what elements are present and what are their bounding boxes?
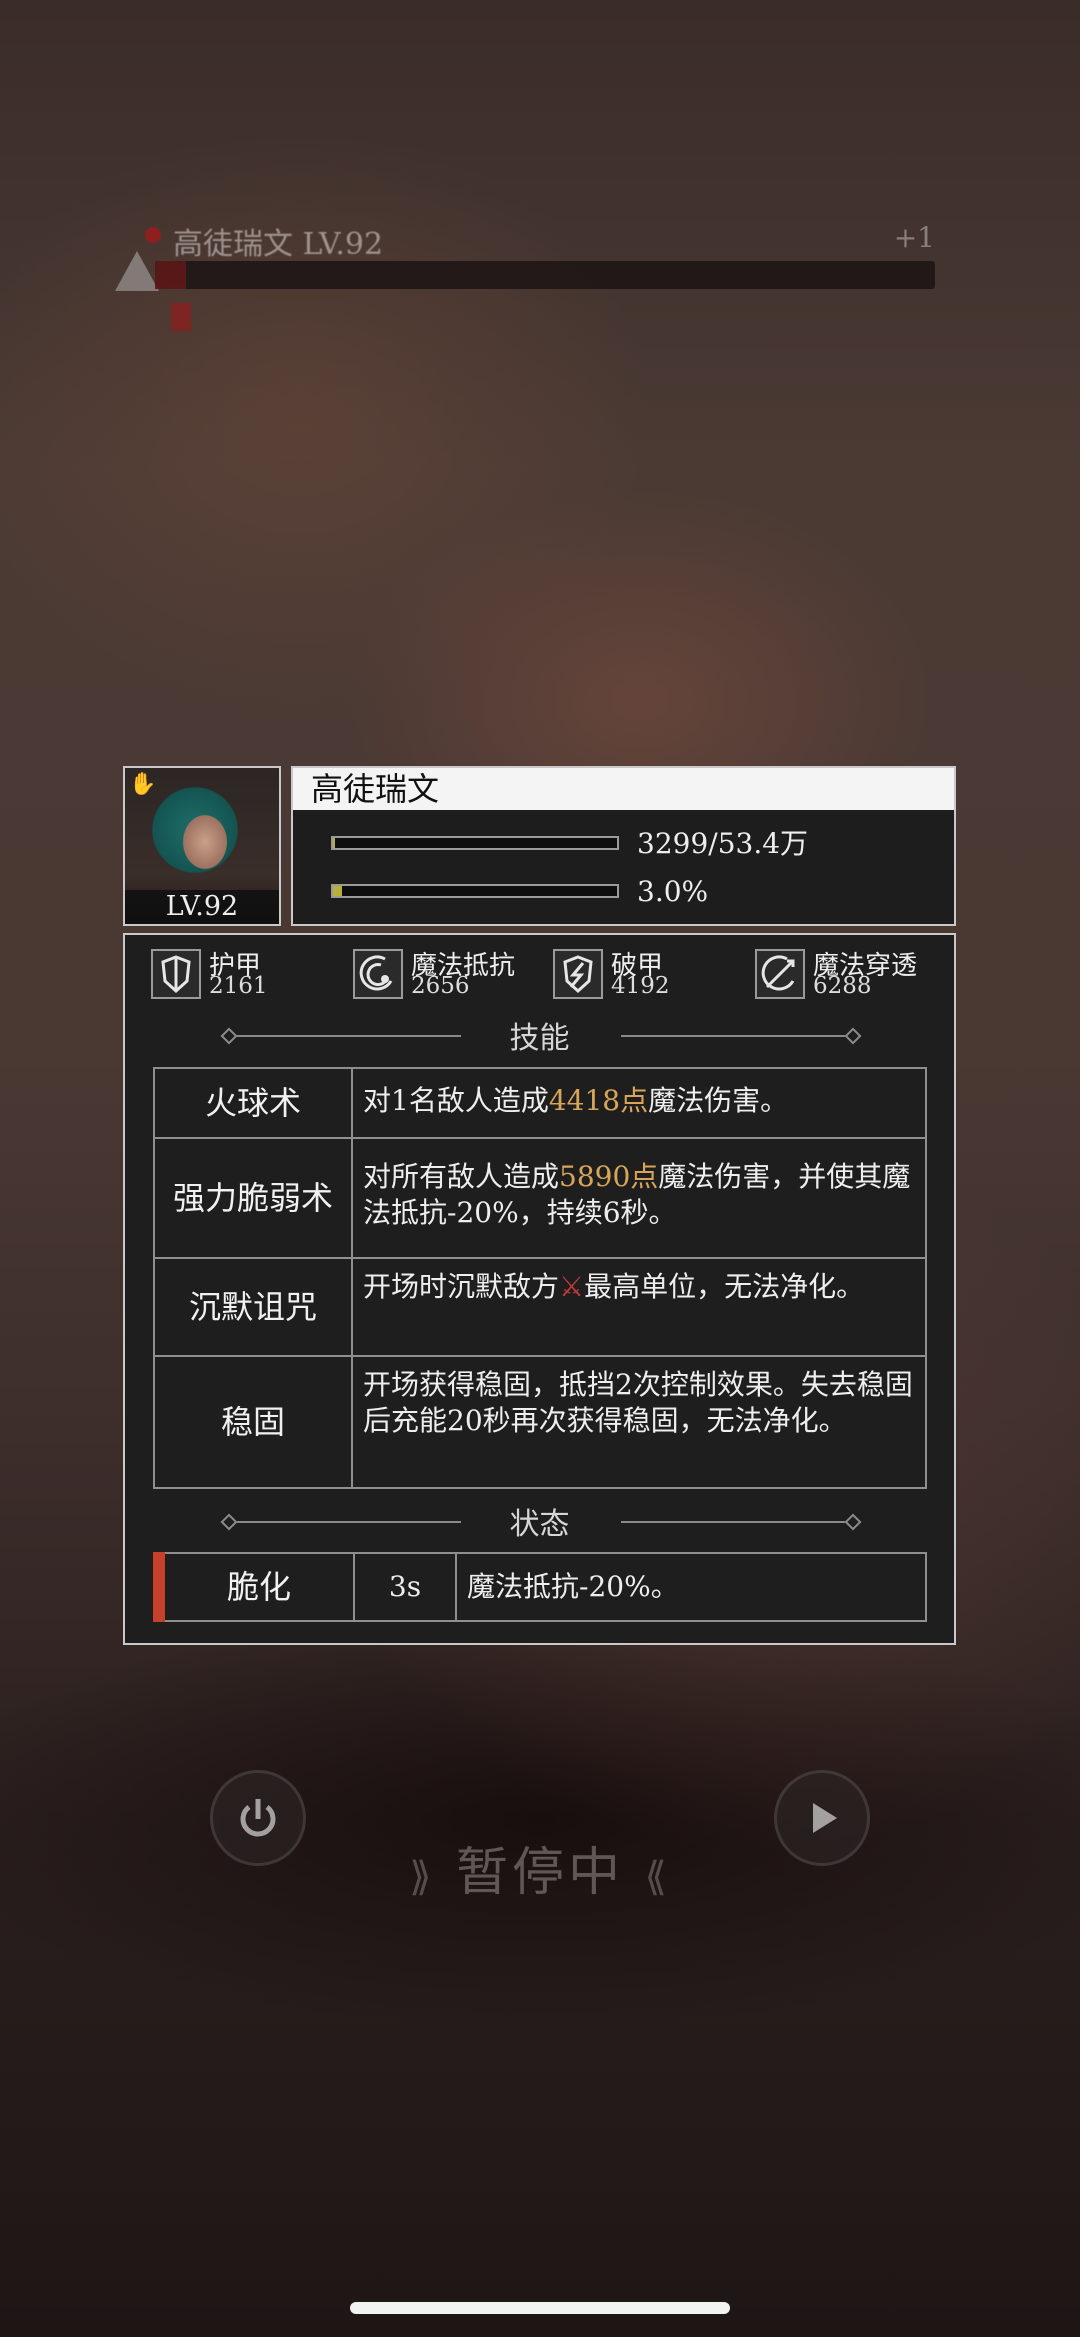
boss-stack-count: +1: [893, 221, 935, 254]
skill-description: 开场获得稳固，抵挡2次控制效果。失去稳固后充能20秒再次获得稳固，无法净化。: [363, 1368, 913, 1437]
hand-icon: ✋: [129, 772, 157, 797]
skill-description: 开场时沉默敌方⚔最高单位，无法净化。: [353, 1259, 925, 1355]
hp-text: 3299/53.4万: [637, 827, 809, 860]
armor-break-icon: [553, 949, 603, 999]
hero-energy-row: 3.0%: [331, 872, 931, 912]
hero-level: LV.92: [125, 890, 279, 924]
warning-icon: [115, 251, 159, 291]
skill-desc-text: 最高单位，无法净化。: [584, 1270, 865, 1303]
hero-portrait[interactable]: ✋ LV.92: [123, 766, 281, 926]
skills-table: 火球术 对1名敌人造成4418点魔法伤害。 强力脆弱术 对所有敌人造成5890点…: [153, 1067, 927, 1489]
skill-name: 火球术: [155, 1069, 353, 1137]
boss-hp-bar: 高徒瑞文 LV.92 +1: [115, 215, 935, 335]
hero-detail-panel: 护甲 2161 魔法抵抗 2656 破甲 4192 魔法穿透 6288 技能 火…: [123, 933, 956, 1645]
chevron-icon: ⟫: [409, 1854, 436, 1900]
status-duration: 3s: [355, 1554, 457, 1620]
skill-description: 对所有敌人造成5890点魔法伤害，并使其魔法抵抗-20%，持续6秒。: [353, 1139, 925, 1257]
boss-hp-fill: [155, 261, 187, 289]
divider: [621, 1521, 861, 1523]
hero-info-box: 高徒瑞文 3299/53.4万 3.0%: [291, 766, 956, 926]
attribute-value: 4192: [611, 973, 670, 999]
boss-name: 高徒瑞文 LV.92: [173, 227, 384, 262]
energy-text: 3.0%: [637, 875, 709, 908]
skill-desc-text: 对所有敌人造成: [363, 1160, 560, 1193]
skill-desc-text: 对1名敌人造成: [363, 1084, 549, 1117]
energy-bar: [331, 884, 619, 898]
skill-row[interactable]: 火球术 对1名敌人造成4418点魔法伤害。: [155, 1069, 925, 1137]
skill-name: 稳固: [155, 1357, 353, 1487]
status-row[interactable]: 脆化 3s 魔法抵抗-20%。: [153, 1552, 927, 1622]
hp-bar: [331, 836, 619, 850]
hero-hp-row: 3299/53.4万: [331, 824, 931, 864]
skill-name: 强力脆弱术: [155, 1139, 353, 1257]
attribute-value: 2656: [411, 973, 470, 999]
divider: [621, 1035, 861, 1037]
skill-desc-text: 开场时沉默敌方: [363, 1270, 560, 1303]
skill-row[interactable]: 稳固 开场获得稳固，抵挡2次控制效果。失去稳固后充能20秒再次获得稳固，无法净化…: [155, 1355, 925, 1487]
boss-hp-track: [155, 261, 935, 289]
crossed-swords-icon: ⚔: [559, 1270, 585, 1303]
magic-penetration-icon: [755, 949, 805, 999]
hp-bar-fill: [333, 838, 335, 848]
skill-row[interactable]: 沉默诅咒 开场时沉默敌方⚔最高单位，无法净化。: [155, 1257, 925, 1355]
armor-icon: [151, 949, 201, 999]
hero-name: 高徒瑞文: [293, 768, 954, 810]
skill-desc-text: 魔法伤害。: [648, 1084, 789, 1117]
skill-row[interactable]: 强力脆弱术 对所有敌人造成5890点魔法伤害，并使其魔法抵抗-20%，持续6秒。: [155, 1137, 925, 1257]
pause-label: 暂停中: [455, 1843, 624, 1903]
attribute-value: 6288: [813, 973, 872, 999]
boss-status-dot: [145, 227, 161, 243]
attribute-value: 2161: [209, 973, 268, 999]
status-name: 脆化: [165, 1554, 355, 1620]
skill-damage-value: 5890点: [559, 1160, 659, 1193]
home-indicator[interactable]: [350, 2302, 730, 2314]
magic-resist-icon: [353, 949, 403, 999]
status-description: 魔法抵抗-20%。: [467, 1570, 679, 1603]
boss-buff-icon: [171, 303, 191, 331]
skill-damage-value: 4418点: [548, 1084, 649, 1117]
chevron-icon: ⟪: [644, 1854, 671, 1900]
skill-description: 对1名敌人造成4418点魔法伤害。: [353, 1069, 925, 1137]
energy-bar-fill: [333, 886, 342, 896]
skill-name: 沉默诅咒: [155, 1259, 353, 1355]
status-accent-bar: [153, 1552, 165, 1622]
pause-indicator: ⟫ 暂停中 ⟪: [0, 1830, 1080, 1905]
